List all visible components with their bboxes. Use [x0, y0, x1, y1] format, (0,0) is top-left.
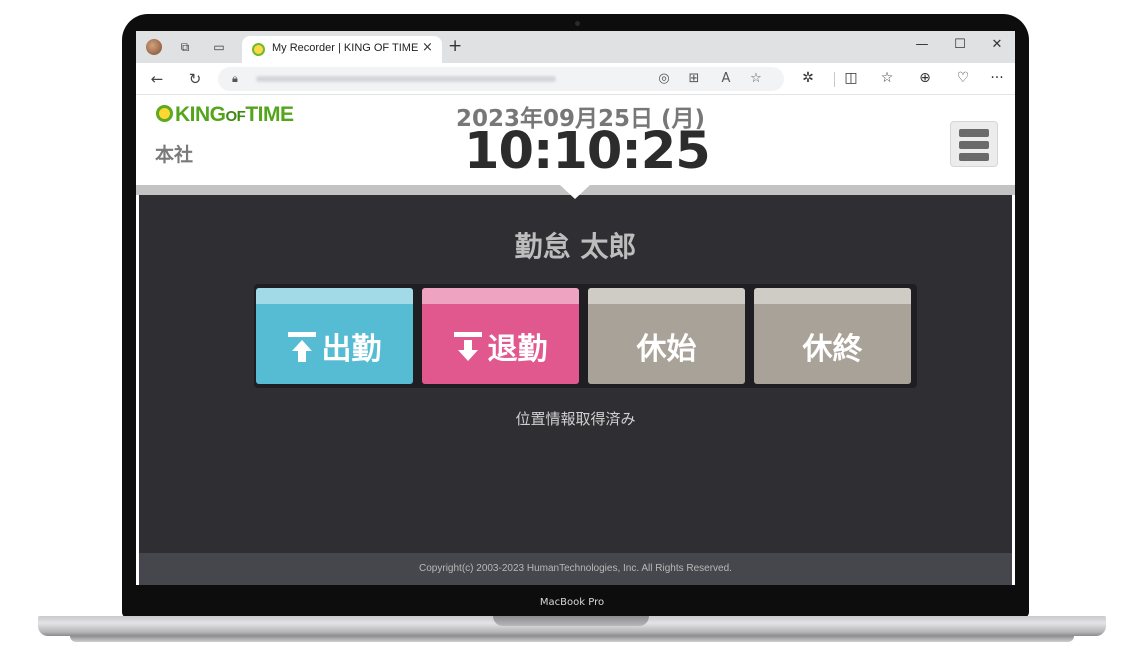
collections-icon[interactable]: ⊕ [916, 70, 934, 86]
button-top-strip [754, 288, 911, 304]
refresh-icon[interactable]: ↻ [186, 70, 204, 88]
back-icon[interactable]: ← [148, 70, 166, 88]
page-header: KINGOFTIME 本社 2023年09月25日 (月) 10:10:25 [136, 95, 1015, 185]
punch-button-group: 出勤 退勤 休始 休終 [254, 284, 917, 388]
macbook-model-label: MacBook Pro [539, 597, 605, 608]
break-end-label: 休終 [802, 332, 863, 367]
logo-face-icon [156, 104, 173, 122]
clock-in-label: 出勤 [321, 332, 382, 367]
break-start-label: 休始 [636, 332, 697, 367]
tab-actions-icon[interactable]: ▭ [212, 40, 226, 54]
button-top-strip [256, 288, 413, 304]
address-bar[interactable]: 🔒︎ ◎ ⊞ A ☆ [218, 67, 784, 91]
laptop-base-shadow [70, 636, 1074, 642]
browser-tab-active[interactable]: My Recorder | KING OF TIME × [242, 36, 442, 63]
menu-bar-line [959, 129, 989, 137]
tab-title: My Recorder | KING OF TIME [272, 42, 419, 54]
maximize-button[interactable]: ☐ [950, 37, 970, 52]
toolbar-separator [834, 72, 835, 87]
king-of-time-logo: KINGOFTIME [156, 103, 294, 127]
clock-in-label-wrap: 出勤 [256, 324, 413, 368]
location-status: 位置情報取得済み [515, 410, 636, 428]
recorder-page: KINGOFTIME 本社 2023年09月25日 (月) 10:10:25 勤… [136, 95, 1015, 585]
office-name: 本社 [155, 144, 194, 166]
close-window-button[interactable]: ✕ [987, 37, 1007, 52]
favorite-star-icon[interactable]: ☆ [748, 71, 764, 86]
read-aloud-icon[interactable]: A [718, 71, 734, 86]
menu-bar-line [959, 153, 989, 161]
clock-out-button[interactable]: 退勤 [422, 288, 579, 384]
copyright-text: Copyright(c) 2003-2023 HumanTechnologies… [419, 563, 732, 574]
menu-bar-line [959, 141, 989, 149]
employee-name: 勤怠 太郎 [514, 230, 637, 263]
favorites-icon[interactable]: ☆ [878, 70, 896, 86]
clock-in-button[interactable]: 出勤 [256, 288, 413, 384]
button-top-strip [588, 288, 745, 304]
workspaces-icon[interactable]: ⧉ [178, 40, 192, 54]
clock-out-label-wrap: 退勤 [422, 324, 579, 368]
more-icon[interactable]: ··· [988, 70, 1006, 86]
break-start-button[interactable]: 休始 [588, 288, 745, 384]
profile-icon[interactable] [146, 39, 162, 55]
browser-essentials-icon[interactable]: ♡ [954, 70, 972, 86]
camera-dot [575, 21, 580, 26]
clock-out-arrow-down-icon [453, 331, 482, 362]
button-top-strip [422, 288, 579, 304]
menu-button[interactable] [950, 121, 998, 167]
logo-text: KINGOFTIME [175, 103, 294, 126]
laptop-opening-notch [493, 616, 649, 626]
punch-area: 勤怠 太郎 出勤 退勤 休始 休終 位置情報取得済み [139, 195, 1012, 553]
clock-in-arrow-up-icon [287, 331, 316, 362]
url-text-blurred [256, 76, 556, 82]
laptop-screen: ⧉ ▭ My Recorder | KING OF TIME × + — ☐ ✕… [136, 31, 1015, 585]
browser-tab-bar: ⧉ ▭ My Recorder | KING OF TIME × + — ☐ ✕ [136, 31, 1015, 63]
extensions-icon[interactable]: ✲ [799, 70, 817, 86]
site-info-icon[interactable]: 🔒︎ [232, 72, 238, 86]
minimize-button[interactable]: — [912, 37, 932, 52]
app-available-icon[interactable]: ⊞ [686, 71, 702, 86]
split-screen-icon[interactable]: ◫ [842, 70, 860, 86]
header-pointer [560, 185, 590, 199]
new-tab-button[interactable]: + [448, 36, 462, 56]
location-icon[interactable]: ◎ [656, 71, 672, 86]
page-footer: Copyright(c) 2003-2023 HumanTechnologies… [139, 553, 1012, 585]
tab-close-icon[interactable]: × [422, 40, 433, 55]
current-time: 10:10:25 [464, 122, 711, 181]
site-favicon-icon [252, 43, 265, 56]
clock-out-label: 退勤 [487, 332, 548, 367]
break-end-button[interactable]: 休終 [754, 288, 911, 384]
browser-toolbar: ← ↻ 🔒︎ ◎ ⊞ A ☆ ✲ ◫ ☆ ⊕ ♡ ··· [136, 63, 1015, 95]
